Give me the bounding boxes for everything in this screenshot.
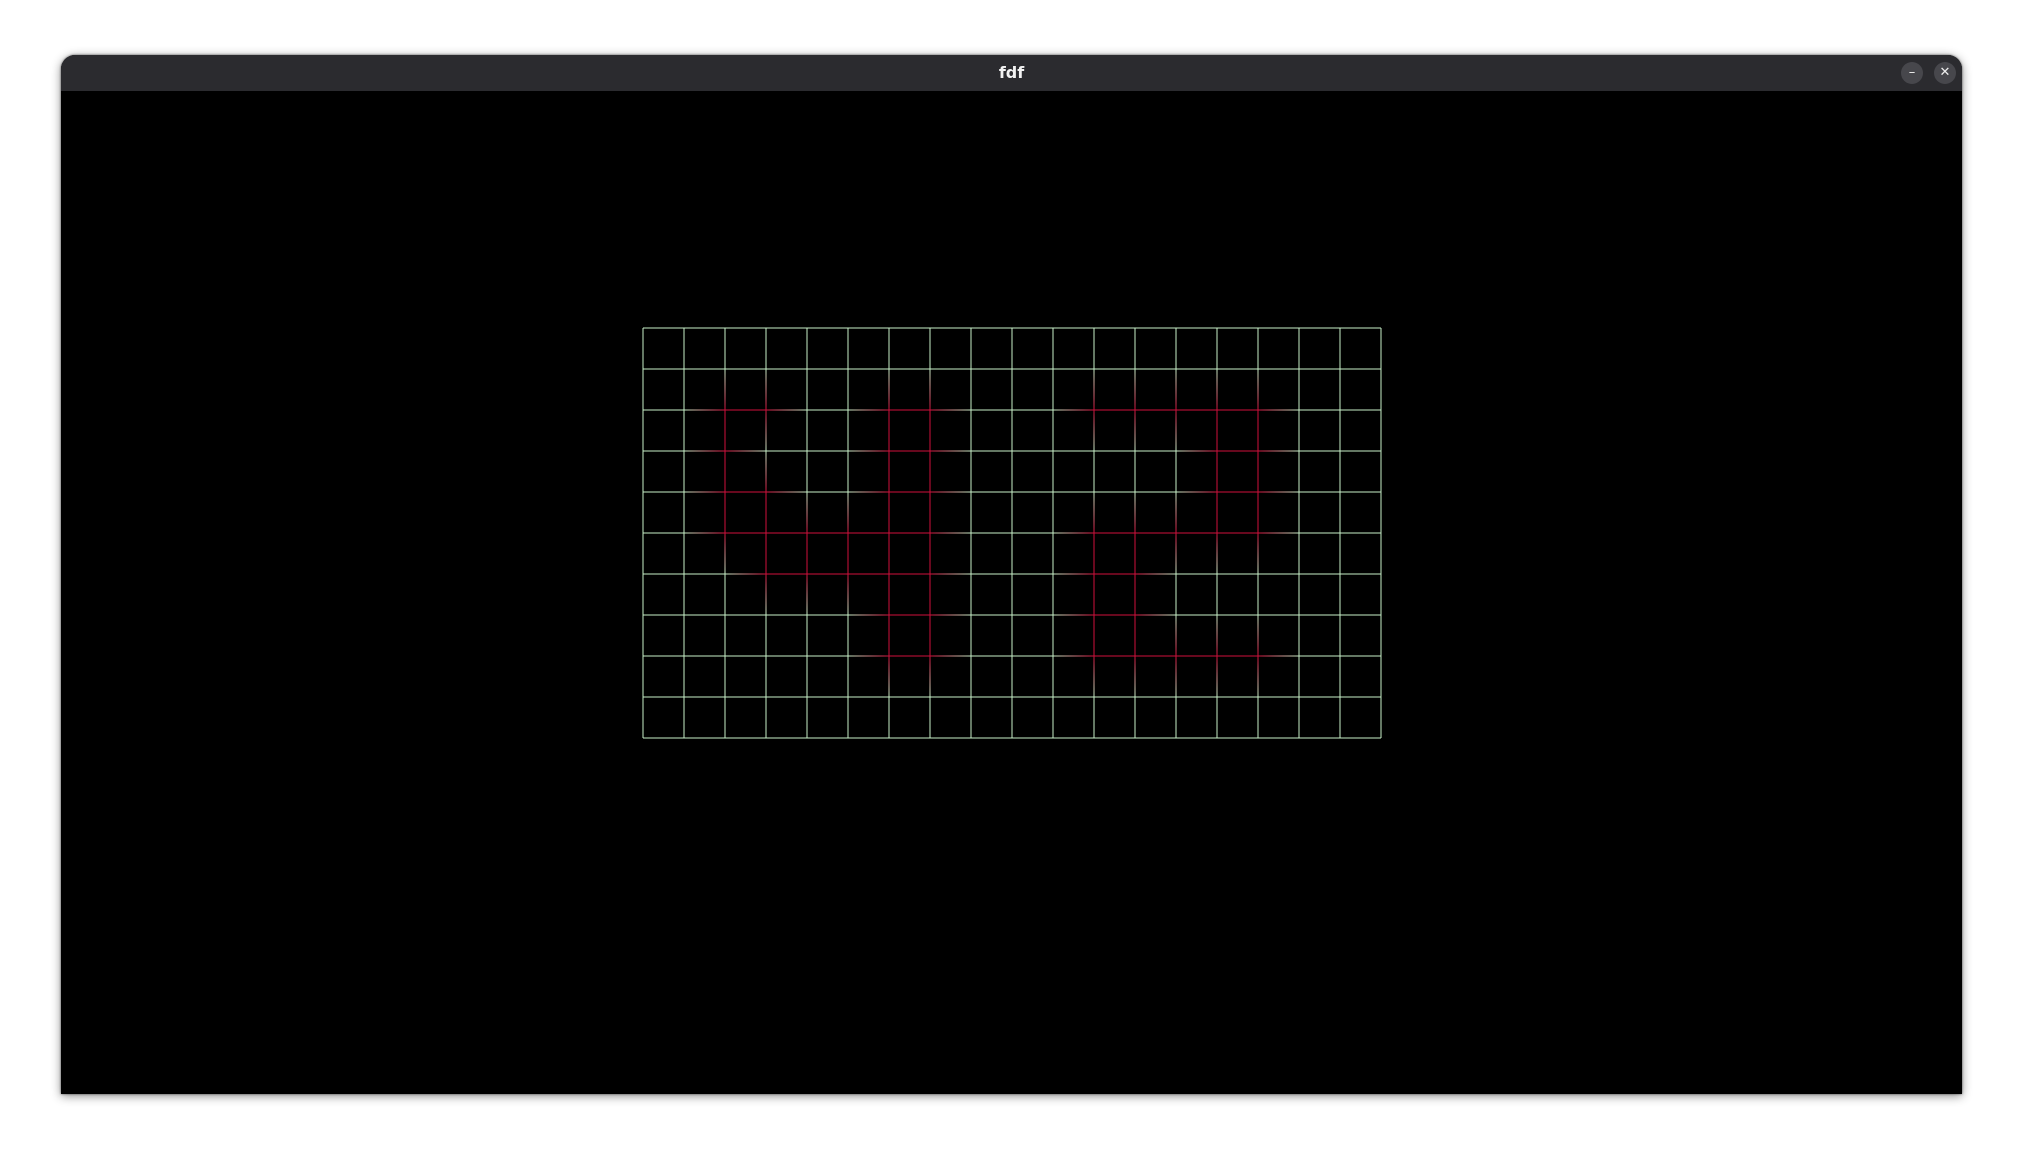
app-window: fdf – ✕ <box>61 55 1962 1094</box>
minimize-icon[interactable]: – <box>1901 62 1923 84</box>
wireframe-map <box>642 327 1382 739</box>
window-title: fdf <box>998 63 1025 82</box>
close-icon[interactable]: ✕ <box>1934 62 1956 84</box>
title-bar[interactable]: fdf – ✕ <box>61 55 1962 91</box>
render-canvas[interactable] <box>61 91 1962 1094</box>
